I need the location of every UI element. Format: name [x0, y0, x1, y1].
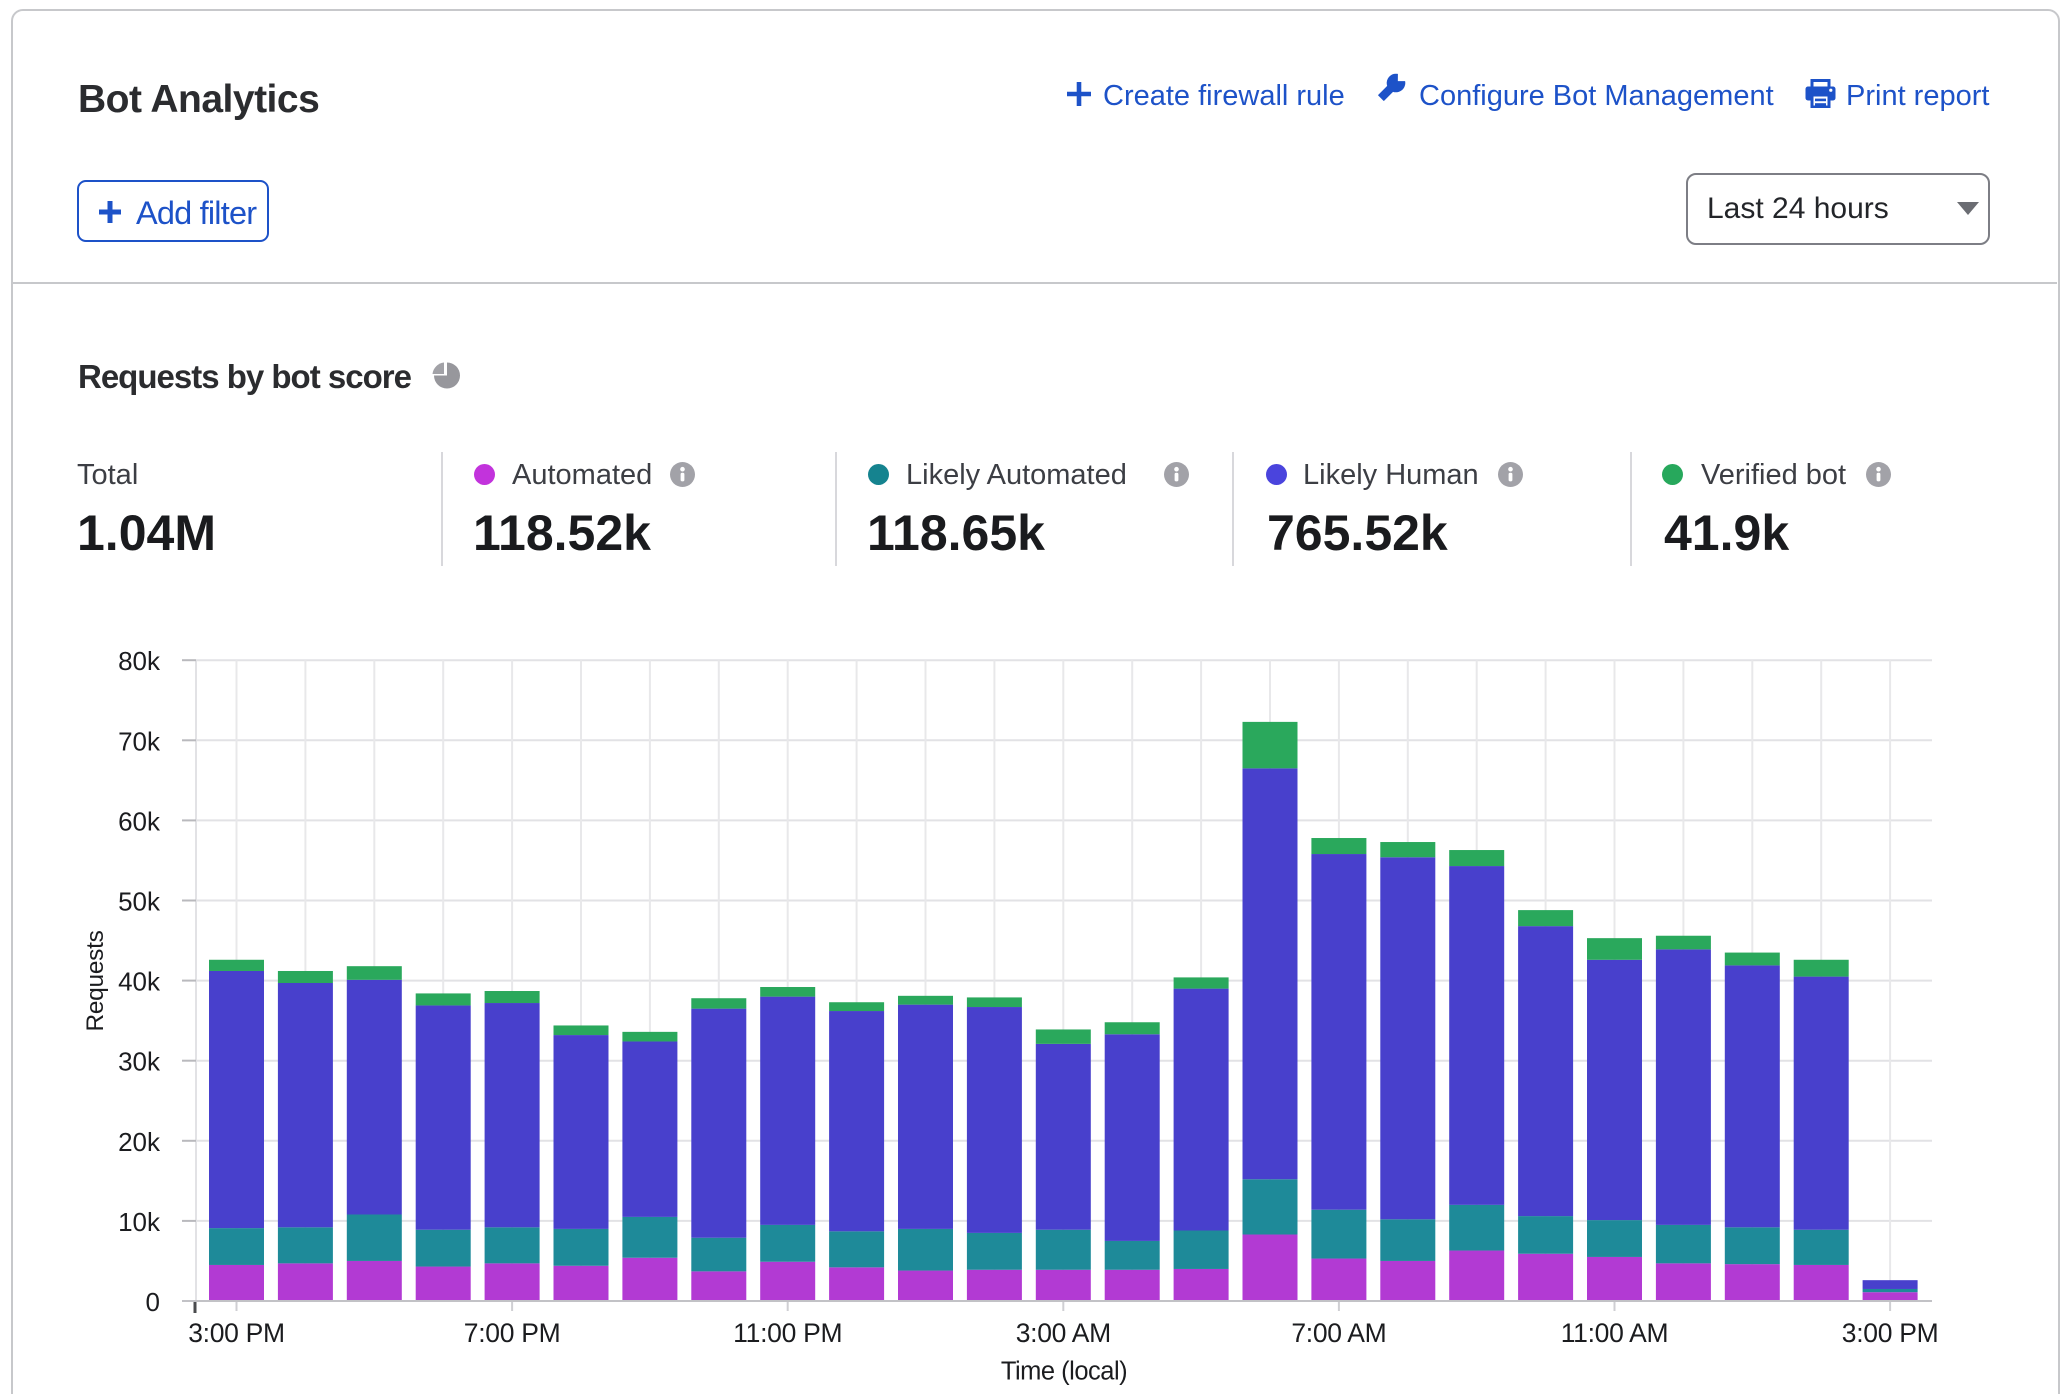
svg-text:70k: 70k: [118, 726, 161, 756]
svg-text:11:00 PM: 11:00 PM: [733, 1318, 842, 1348]
svg-text:3:00 PM: 3:00 PM: [1842, 1318, 1939, 1348]
svg-text:50k: 50k: [118, 887, 161, 917]
svg-text:7:00 PM: 7:00 PM: [464, 1318, 561, 1348]
svg-text:10k: 10k: [118, 1207, 161, 1237]
svg-text:80k: 80k: [118, 646, 161, 676]
svg-text:11:00 AM: 11:00 AM: [1561, 1318, 1669, 1348]
svg-text:Requests: Requests: [82, 930, 109, 1031]
svg-text:0: 0: [146, 1287, 160, 1317]
svg-text:3:00 PM: 3:00 PM: [188, 1318, 285, 1348]
svg-text:Time (local): Time (local): [1001, 1358, 1127, 1386]
svg-text:30k: 30k: [118, 1047, 161, 1077]
svg-text:3:00 AM: 3:00 AM: [1016, 1318, 1111, 1348]
svg-text:60k: 60k: [118, 806, 161, 836]
svg-text:20k: 20k: [118, 1127, 161, 1157]
svg-text:40k: 40k: [118, 967, 161, 997]
svg-text:7:00 AM: 7:00 AM: [1291, 1318, 1386, 1348]
